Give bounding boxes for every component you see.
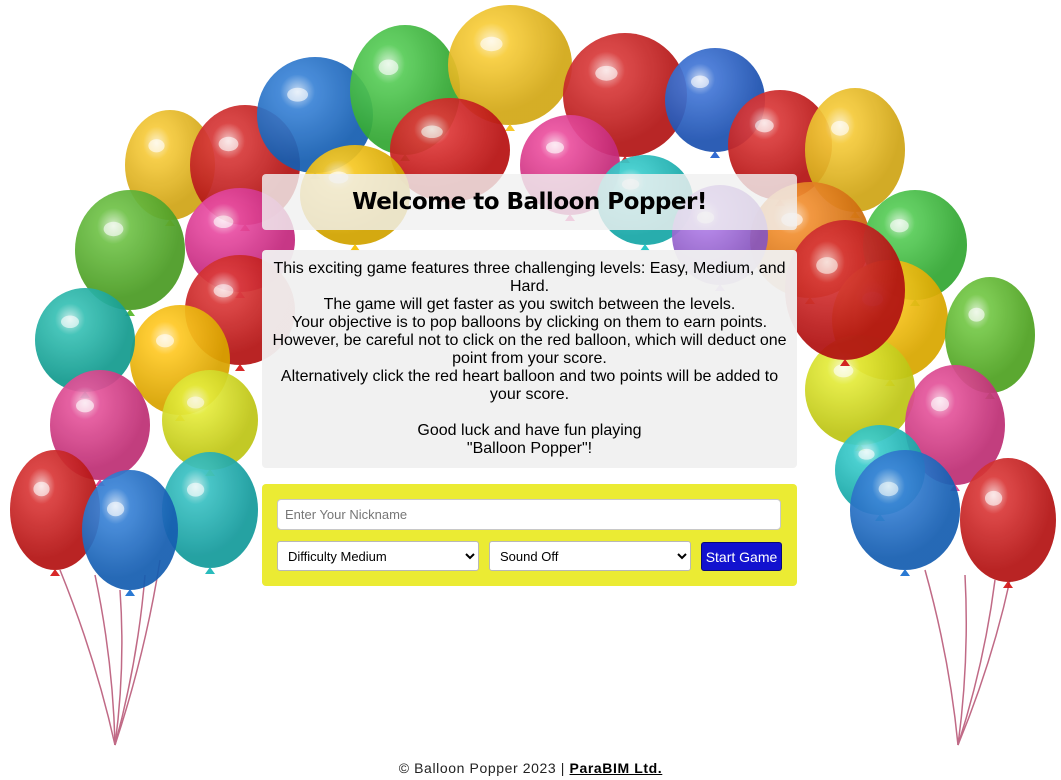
- company-link[interactable]: ParaBIM Ltd.: [570, 760, 663, 776]
- sound-select[interactable]: Sound Off: [489, 541, 691, 571]
- copyright-text: © Balloon Popper 2023 |: [398, 760, 570, 776]
- description-spacer: [268, 404, 791, 422]
- title-panel: Welcome to Balloon Popper!: [262, 174, 797, 230]
- balloon-decoration: [960, 458, 1056, 588]
- nickname-input[interactable]: [277, 499, 781, 530]
- description-game-name: "Balloon Popper"!: [466, 440, 593, 457]
- footer: © Balloon Popper 2023 | ParaBIM Ltd.: [0, 760, 1061, 776]
- description-line-objective: Your objective is to pop balloons by cli…: [291, 314, 768, 331]
- description-line-bonus: Alternatively click the red heart balloo…: [280, 368, 779, 403]
- game-setup-form: Difficulty Medium Sound Off Start Game: [262, 484, 797, 586]
- balloon-decoration: [162, 452, 258, 574]
- difficulty-select[interactable]: Difficulty Medium: [277, 541, 479, 571]
- description-line-speed: The game will get faster as you switch b…: [323, 296, 736, 313]
- balloon-decoration: [850, 450, 960, 576]
- description-closing-line: Good luck and have fun playing: [417, 422, 642, 439]
- start-game-button[interactable]: Start Game: [701, 542, 782, 571]
- description-line-warning: However, be careful not to click on the …: [272, 332, 787, 367]
- description-line-levels: This exciting game features three challe…: [273, 260, 786, 295]
- page-title: Welcome to Balloon Popper!: [352, 189, 707, 215]
- balloon-decoration: [82, 470, 178, 596]
- description-panel: This exciting game features three challe…: [262, 250, 797, 468]
